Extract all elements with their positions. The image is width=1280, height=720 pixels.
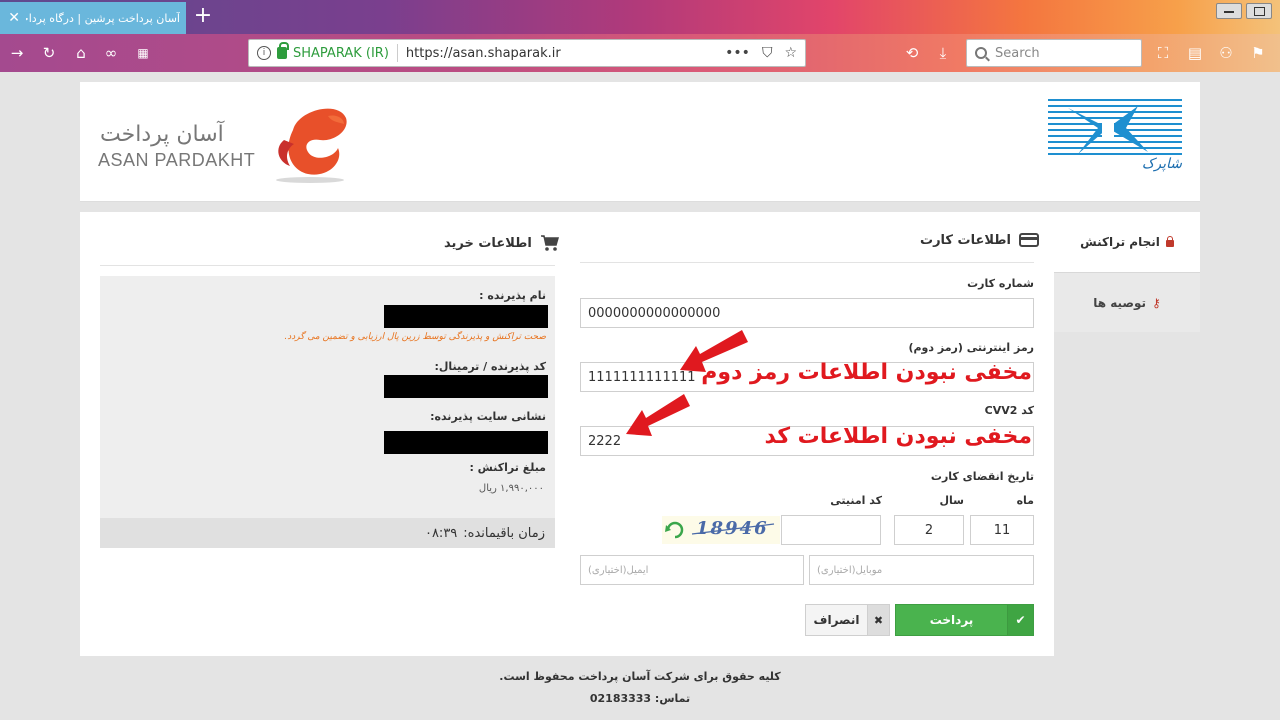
cancel-button-label: انصراف [813,613,860,627]
password-label: رمز اینترنتی (رمز دوم) [908,341,1034,354]
expiry-month-input[interactable]: 11 [970,515,1034,545]
amount-label: مبلغ تراکنش : [469,461,546,474]
expiry-year-input[interactable]: 2 [894,515,964,545]
terminal-redacted [384,375,548,398]
card-number-input[interactable]: 0000000000000000 [580,298,1034,328]
cvv2-annotation: مخفی نبودن اطلاعات کد [764,424,1032,449]
url-organization: SHAPARAK (IR) [293,45,389,61]
download-icon[interactable]: ⤓ [933,44,953,64]
password-annotation: مخفی نبودن اطلاعات رمز دوم [701,360,1032,385]
sidebar-item-label: توصیه ها [1093,295,1147,310]
side-navigation: انجام تراکنش ⚷ توصیه ها [1054,212,1200,332]
contact-text: تماس: 02183333 [589,692,691,705]
timer-label: زمان باقیمانده: [463,525,545,541]
mobile-input[interactable]: موبایل(اختیاری) [809,555,1034,585]
search-placeholder: Search [995,45,1040,61]
card-section-title: اطلاعات کارت [920,232,1039,248]
merchant-name-redacted [384,305,548,328]
forward-icon[interactable]: → [6,42,28,64]
card-section-divider [580,262,1034,263]
merchant-note: صحت تراکنش و پذیرندگی توسط زرین پال ارزی… [284,332,546,342]
timer-bar: زمان باقیمانده: ۰۸:۳۹ [100,518,555,548]
new-tab-icon[interactable]: + [190,4,216,30]
search-box[interactable]: Search [966,39,1142,67]
captcha-text: 18946 [696,518,769,539]
card-number-label: شماره کارت [967,277,1034,290]
pay-button[interactable]: پرداخت ✔ [895,604,1034,636]
sidebar-item-transaction[interactable]: انجام تراکنش [1054,212,1200,272]
asan-pardakht-logo[interactable]: آسان پرداخت ASAN PARDAKHT [98,100,358,184]
site-address-label: نشانی سایت پذیرنده: [430,410,546,423]
shaparak-logo[interactable]: شاپرک [1048,98,1182,188]
shopping-cart-icon [540,235,559,251]
card-section-label: اطلاعات کارت [920,232,1011,248]
asan-brand-en: ASAN PARDAKHT [98,150,256,170]
minimize-icon[interactable] [1216,3,1242,19]
browser-tab-bar: آسان پرداخت پرشین | درگاه پرداخت :. ✕ + [0,0,1280,34]
cvv2-label: کد CVV2 [984,404,1034,417]
shaparak-logo-mark-icon [1048,99,1182,155]
purchase-section-title: اطلاعات خرید [444,234,560,252]
key-icon: ⚷ [1152,295,1161,310]
extension-icon[interactable]: ⚑ [1248,44,1268,64]
red-arrow-password-icon [680,330,748,372]
shaparak-brand: شاپرک [1141,156,1182,172]
sidebar-item-recommendations[interactable]: ⚷ توصیه ها [1054,272,1200,332]
timer-value: ۰۸:۳۹ [424,525,458,541]
red-arrow-cvv2-icon [626,394,690,436]
history-icon[interactable]: ⟲ [902,44,922,64]
reload-icon[interactable]: ↻ [38,42,60,64]
home-icon[interactable]: ⌂ [70,42,92,64]
terminal-label: کد پذیرنده / ترمینال: [434,360,546,373]
tab-title: آسان پرداخت پرشین | درگاه پرداخت :. [26,11,180,25]
url-bar[interactable]: i SHAPARAK (IR) https://asan.shaparak.ir… [248,39,806,67]
cancel-button[interactable]: انصراف ✖ [805,604,890,636]
year-label: سال [939,494,965,507]
lock-icon [1165,236,1174,247]
browser-nav-bar: → ↻ ⌂ ∞ ▦ i SHAPARAK (IR) https://asan.s… [0,34,1280,72]
grid-icon[interactable]: ▦ [132,42,154,64]
captcha-input[interactable] [781,515,881,545]
month-label: ماه [1016,494,1034,507]
pay-button-label: پرداخت [929,613,974,627]
url-separator [396,44,398,62]
copyright-text: کلیه حقوق برای شرکت آسان پرداخت محفوظ اس… [499,670,781,683]
captcha-image: 18946 [662,516,780,544]
sidebar-item-label: انجام تراکنش [1080,235,1160,249]
window-controls [1216,3,1272,19]
captcha-label: کد امنیتی [830,494,882,507]
amount-value: ۱,۹۹۰,۰۰۰ ریال [478,483,544,494]
close-icon: ✖ [867,605,889,635]
search-icon [975,47,987,59]
page-footer: کلیه حقوق برای شرکت آسان پرداخت محفوظ اس… [0,666,1280,710]
check-icon: ✔ [1007,605,1033,635]
merchant-name-label: نام پذیرنده : [479,289,546,302]
close-tab-icon[interactable]: ✕ [6,11,20,25]
purchase-section-divider [100,265,555,266]
expiry-label: تاریخ انقضای کارت [930,470,1034,483]
email-input[interactable]: ایمیل(اختیاری) [580,555,804,585]
cvv2-value: 2222 [588,433,622,449]
maximize-icon[interactable] [1246,3,1272,19]
page-actions-icon[interactable]: ••• [725,45,750,61]
credit-card-icon [1018,233,1039,247]
bookmark-star-icon[interactable]: ☆ [784,45,797,61]
sidebar-icon[interactable]: ▤ [1185,44,1205,64]
site-address-redacted [384,431,548,454]
library-icon[interactable]: ⛶ [1153,44,1173,64]
pocket-icon[interactable]: ⛉ [762,45,773,61]
site-info-icon[interactable]: i [257,46,271,60]
url-text[interactable]: https://asan.shaparak.ir [406,46,713,61]
purchase-section-label: اطلاعات خرید [444,235,532,251]
asan-brand-fa: آسان پرداخت [100,122,224,147]
account-icon[interactable]: ⚇ [1216,44,1236,64]
secure-lock-icon[interactable] [277,42,289,59]
mask-icon[interactable]: ∞ [100,42,122,64]
site-header: آسان پرداخت ASAN PARDAKHT شاپرک [80,82,1200,202]
browser-tab[interactable]: آسان پرداخت پرشین | درگاه پرداخت :. ✕ [0,2,186,34]
